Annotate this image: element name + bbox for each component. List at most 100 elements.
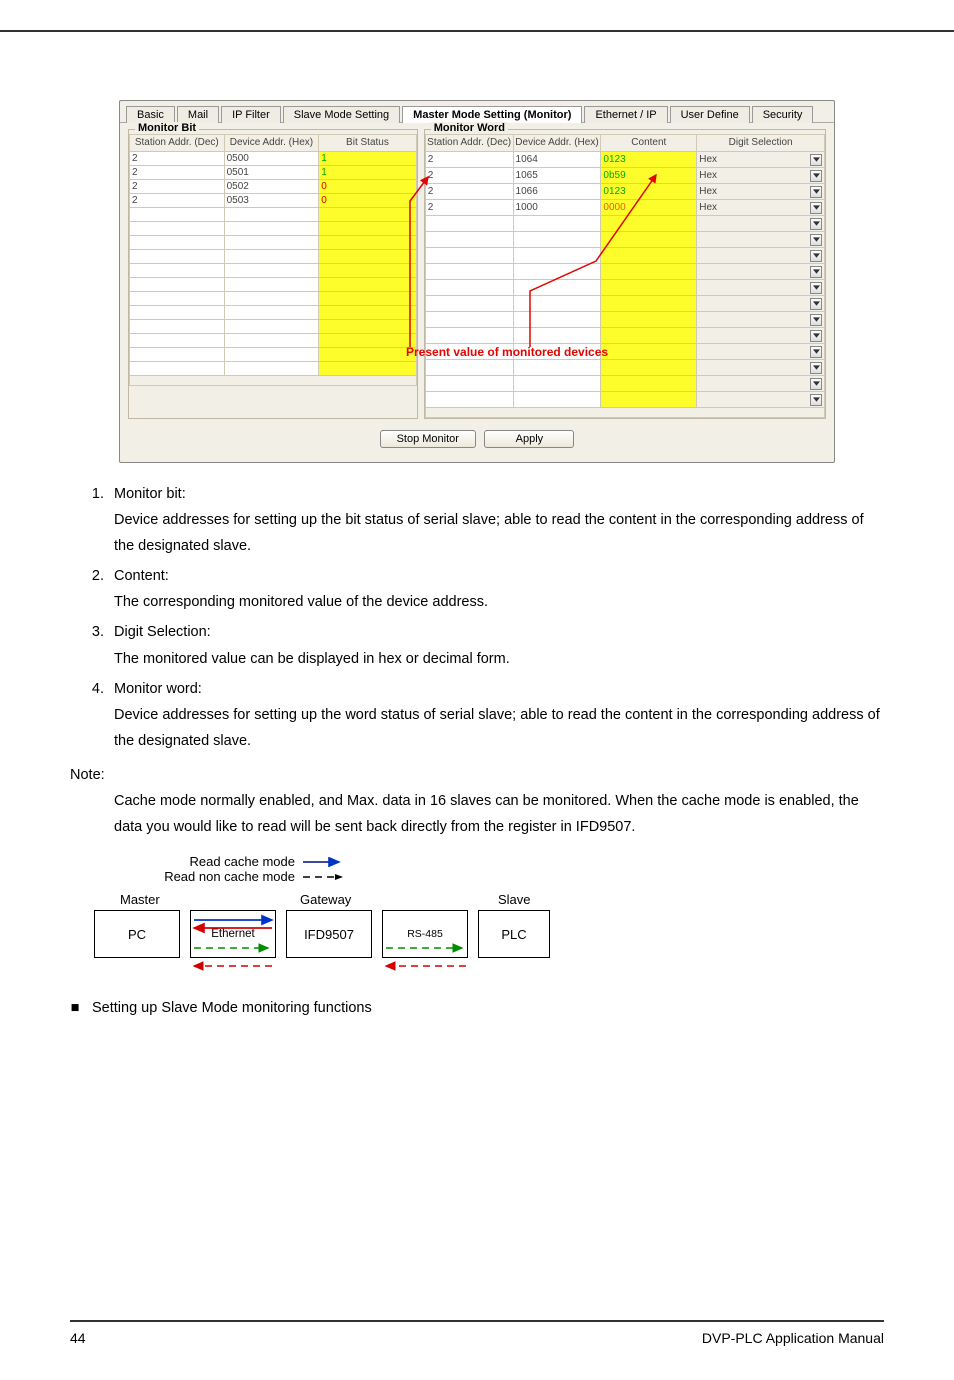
table-row	[130, 306, 417, 320]
cell-digit-selection[interactable]: Hex	[697, 184, 825, 200]
dropdown-caret-icon[interactable]	[810, 314, 822, 326]
tab-master-mode-monitor[interactable]: Master Mode Setting (Monitor)	[402, 106, 582, 123]
dropdown-caret-icon[interactable]	[810, 170, 822, 182]
cell-digit-selection[interactable]	[697, 312, 825, 328]
table-row	[130, 348, 417, 362]
cell-digit-selection[interactable]	[697, 376, 825, 392]
cell-device[interactable]: 0501	[224, 166, 319, 180]
legend-noncache-label: Read non cache mode	[120, 869, 295, 884]
cache-mode-diagram: Master Gateway Slave PC Ethernet IFD9507…	[90, 892, 590, 978]
manual-title: DVP-PLC Application Manual	[702, 1330, 884, 1346]
table-row	[130, 334, 417, 348]
dropdown-caret-icon[interactable]	[810, 330, 822, 342]
dropdown-caret-icon[interactable]	[810, 186, 822, 198]
cell-digit-selection[interactable]	[697, 296, 825, 312]
cell-station[interactable]: 2	[130, 194, 225, 208]
cell-device[interactable]: 0502	[224, 180, 319, 194]
tab-basic[interactable]: Basic	[126, 106, 175, 123]
cell-digit-selection[interactable]: Hex	[697, 200, 825, 216]
tab-slave-mode-setting[interactable]: Slave Mode Setting	[283, 106, 400, 123]
table-row	[130, 292, 417, 306]
tab-security[interactable]: Security	[752, 106, 814, 123]
list-body: The corresponding monitored value of the…	[114, 589, 884, 615]
cell-device[interactable]: 0503	[224, 194, 319, 208]
diagram-arrows	[90, 892, 570, 982]
description-list: 1.Monitor bit: Device addresses for setti…	[70, 481, 884, 754]
col-bit-status: Bit Status	[319, 135, 416, 152]
tab-bar: Basic Mail IP Filter Slave Mode Setting …	[120, 101, 834, 123]
cell-station[interactable]: 2	[130, 180, 225, 194]
note-body: Cache mode normally enabled, and Max. da…	[114, 788, 884, 840]
table-row	[130, 278, 417, 292]
cell-digit-selection[interactable]	[697, 328, 825, 344]
cell-digit-selection[interactable]	[697, 280, 825, 296]
monitor-bit-table: Station Addr. (Dec) Device Addr. (Hex) B…	[129, 134, 417, 386]
cell-station[interactable]: 2	[130, 166, 225, 180]
dropdown-caret-icon[interactable]	[810, 250, 822, 262]
cell-digit-selection[interactable]	[697, 360, 825, 376]
tab-user-define[interactable]: User Define	[670, 106, 750, 123]
page-number: 44	[70, 1330, 86, 1346]
table-row: 205020	[130, 180, 417, 194]
cell-device[interactable]: 0500	[224, 152, 319, 166]
dropdown-caret-icon[interactable]	[810, 282, 822, 294]
cell-digit-selection[interactable]	[697, 344, 825, 360]
list-item: 4.Monitor word:Device addresses for sett…	[70, 676, 884, 754]
dropdown-caret-icon[interactable]	[810, 394, 822, 406]
bullet-slave-mode: ■ Setting up Slave Mode monitoring funct…	[70, 1000, 884, 1016]
cell-digit-selection[interactable]: Hex	[697, 168, 825, 184]
tab-ip-filter[interactable]: IP Filter	[221, 106, 281, 123]
col-content: Content	[601, 135, 697, 152]
cell-station[interactable]: 2	[130, 152, 225, 166]
dropdown-caret-icon[interactable]	[810, 346, 822, 358]
col-device-addr: Device Addr. (Hex)	[513, 135, 601, 152]
dropdown-caret-icon[interactable]	[810, 202, 822, 214]
apply-button[interactable]: Apply	[484, 430, 574, 448]
list-body: Device addresses for setting up the word…	[114, 702, 884, 754]
dropdown-caret-icon[interactable]	[810, 378, 822, 390]
cell-digit-selection[interactable]: Hex	[697, 152, 825, 168]
list-number: 4.	[70, 676, 114, 754]
cell-bit-status: 0	[319, 180, 416, 194]
diagram-legend: Read cache mode Read non cache mode	[120, 854, 884, 884]
list-title: Monitor bit:	[114, 481, 884, 507]
col-digit-selection: Digit Selection	[697, 135, 825, 152]
table-row	[130, 208, 417, 222]
legend-cache-label: Read cache mode	[120, 854, 295, 869]
dropdown-caret-icon[interactable]	[810, 298, 822, 310]
note-label: Note:	[70, 762, 884, 788]
table-row: 205001	[130, 152, 417, 166]
table-row	[425, 376, 824, 392]
cell-station[interactable]: 2	[425, 200, 513, 216]
cell-station[interactable]: 2	[425, 168, 513, 184]
cell-digit-selection[interactable]	[697, 216, 825, 232]
col-station-addr: Station Addr. (Dec)	[425, 135, 513, 152]
cell-digit-selection[interactable]	[697, 264, 825, 280]
dropdown-caret-icon[interactable]	[810, 362, 822, 374]
cell-station[interactable]: 2	[425, 184, 513, 200]
list-item: 3.Digit Selection:The monitored value ca…	[70, 619, 884, 671]
settings-dialog: Basic Mail IP Filter Slave Mode Setting …	[119, 100, 835, 463]
cell-bit-status: 1	[319, 152, 416, 166]
cell-digit-selection[interactable]	[697, 248, 825, 264]
dropdown-caret-icon[interactable]	[810, 154, 822, 166]
col-device-addr: Device Addr. (Hex)	[224, 135, 319, 152]
list-body: The monitored value can be displayed in …	[114, 646, 884, 672]
stop-monitor-button[interactable]: Stop Monitor	[380, 430, 476, 448]
list-number: 1.	[70, 481, 114, 559]
table-row	[130, 320, 417, 334]
dropdown-caret-icon[interactable]	[810, 234, 822, 246]
list-number: 3.	[70, 619, 114, 671]
cell-station[interactable]: 2	[425, 152, 513, 168]
cell-digit-selection[interactable]	[697, 392, 825, 408]
annotation-text: Present value of monitored devices	[406, 345, 608, 359]
dropdown-caret-icon[interactable]	[810, 266, 822, 278]
cell-digit-selection[interactable]	[697, 232, 825, 248]
monitor-bit-legend: Monitor Bit	[135, 122, 199, 134]
list-item: 1.Monitor bit:Device addresses for setti…	[70, 481, 884, 559]
table-row	[425, 360, 824, 376]
tab-ethernet-ip[interactable]: Ethernet / IP	[584, 106, 667, 123]
dropdown-caret-icon[interactable]	[810, 218, 822, 230]
tab-mail[interactable]: Mail	[177, 106, 219, 123]
page-footer: 44 DVP-PLC Application Manual	[70, 1320, 884, 1346]
